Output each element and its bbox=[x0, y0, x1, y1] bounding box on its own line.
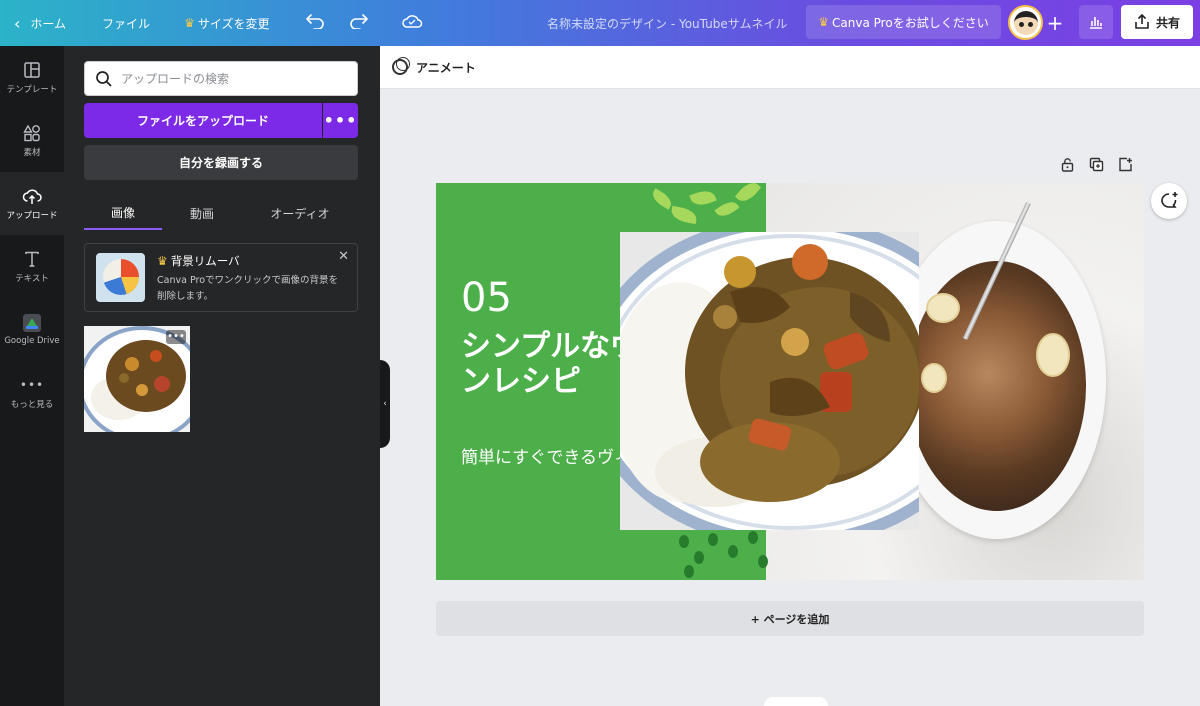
avatar[interactable] bbox=[1008, 5, 1043, 40]
rail-item-templates[interactable]: テンプレート bbox=[0, 46, 64, 109]
rail-item-label: アップロード bbox=[6, 210, 58, 221]
search-box[interactable] bbox=[84, 61, 358, 96]
left-rail: テンプレート 素材 アップロード テキスト Google Drive ••• も… bbox=[0, 46, 64, 706]
avatar-face-icon bbox=[1013, 10, 1038, 35]
try-pro-label: Canva Proをお試しください bbox=[832, 15, 989, 30]
banana-slice bbox=[1036, 333, 1070, 377]
rail-item-more[interactable]: ••• もっと見る bbox=[0, 361, 64, 424]
promo-thumbnail bbox=[96, 253, 145, 302]
rail-item-uploads[interactable]: アップロード bbox=[0, 172, 64, 235]
rail-item-label: テキスト bbox=[15, 273, 49, 284]
resize-label: サイズを変更 bbox=[197, 16, 270, 31]
file-menu-label: ファイル bbox=[102, 16, 151, 31]
add-collaborator-button[interactable]: + bbox=[1043, 0, 1067, 46]
promo-description: Canva Proでワンクリックで画像の背景を削除します。 bbox=[157, 275, 339, 302]
design-number-text[interactable]: 05 bbox=[461, 275, 512, 321]
editor-toolbar: アニメート bbox=[380, 46, 1200, 89]
insights-button[interactable] bbox=[1079, 5, 1113, 39]
tab-audio[interactable]: オーディオ bbox=[242, 196, 358, 230]
google-drive-icon bbox=[23, 313, 41, 332]
page-tools bbox=[1060, 157, 1133, 172]
media-tabs: 画像 動画 オーディオ bbox=[84, 196, 358, 230]
more-dots-icon[interactable]: ••• bbox=[166, 330, 186, 344]
upload-more-button[interactable]: ••• bbox=[323, 103, 358, 138]
dot-decoration bbox=[694, 551, 704, 564]
chevron-left-icon: ‹ bbox=[383, 399, 387, 409]
uploads-panel: ファイルをアップロード ••• 自分を録画する 画像 動画 オーディオ ♛背景リ… bbox=[64, 46, 380, 706]
record-yourself-button[interactable]: 自分を録画する bbox=[84, 145, 358, 180]
close-icon[interactable]: ✕ bbox=[338, 249, 349, 264]
collapse-panel-handle[interactable]: ‹ bbox=[380, 360, 390, 448]
redo-icon bbox=[350, 13, 369, 30]
dot-decoration bbox=[684, 565, 694, 578]
rail-item-label: もっと見る bbox=[10, 399, 54, 410]
banana-slice bbox=[921, 363, 947, 393]
rail-item-label: 素材 bbox=[23, 147, 41, 158]
search-input[interactable] bbox=[121, 71, 341, 86]
file-menu-button[interactable]: ファイル bbox=[92, 0, 160, 46]
page-navigator-pill[interactable] bbox=[764, 697, 828, 706]
share-button[interactable]: 共有 bbox=[1121, 5, 1193, 39]
dot-decoration bbox=[758, 555, 768, 568]
duplicate-page-icon[interactable] bbox=[1089, 157, 1104, 172]
upload-file-button[interactable]: ファイルをアップロード bbox=[84, 103, 322, 138]
promo-title: ♛ 背景リムーバ bbox=[157, 253, 240, 269]
share-icon bbox=[1135, 14, 1149, 29]
document-title[interactable]: 名称未設定のデザイン - YouTubeサムネイル bbox=[547, 0, 788, 46]
background-remover-promo[interactable]: ♛ 背景リムーバ Canva Proでワンクリックで画像の背景を削除します。 ✕ bbox=[84, 243, 358, 312]
crown-icon: ♛ bbox=[184, 16, 195, 30]
comment-add-icon bbox=[1161, 192, 1178, 208]
crown-icon: ♛ bbox=[818, 15, 830, 29]
dot-decoration bbox=[748, 531, 758, 544]
chevron-left-icon: ‹ bbox=[14, 13, 21, 33]
add-comment-button[interactable] bbox=[1151, 183, 1187, 219]
add-page-button[interactable]: + ページを追加 bbox=[436, 601, 1144, 636]
template-icon bbox=[24, 61, 40, 78]
tab-videos[interactable]: 動画 bbox=[162, 196, 242, 230]
home-label: ホーム bbox=[30, 16, 67, 31]
cloud-saved-icon bbox=[402, 14, 423, 28]
insights-icon bbox=[1090, 17, 1102, 29]
animate-button[interactable]: アニメート bbox=[416, 59, 476, 76]
promo-title-text: 背景リムーバ bbox=[170, 254, 240, 268]
upload-cloud-icon bbox=[22, 188, 42, 204]
text-icon bbox=[25, 251, 39, 267]
dot-decoration bbox=[708, 533, 718, 546]
add-page-icon[interactable] bbox=[1118, 157, 1133, 172]
design-canvas[interactable]: 05 シンプルなヴィーガンレシピ 簡単にすぐできるヴィーガ料理のア bbox=[436, 183, 1144, 580]
elements-icon bbox=[23, 124, 40, 141]
plus-icon: + bbox=[1046, 11, 1064, 35]
animate-icon bbox=[392, 57, 410, 75]
more-dots-icon: ••• bbox=[19, 377, 45, 392]
uploaded-image-thumbnail[interactable]: ••• bbox=[84, 326, 190, 432]
rail-item-text[interactable]: テキスト bbox=[0, 235, 64, 298]
banana-slice bbox=[926, 293, 960, 323]
rail-item-google-drive[interactable]: Google Drive bbox=[0, 298, 64, 361]
more-dots-icon: ••• bbox=[323, 111, 358, 130]
tab-images[interactable]: 画像 bbox=[84, 196, 162, 230]
record-yourself-label: 自分を録画する bbox=[178, 156, 263, 170]
rail-item-label: テンプレート bbox=[6, 84, 58, 95]
crown-icon: ♛ bbox=[157, 254, 168, 268]
top-bar: ‹ ホーム ファイル ♛ サイズを変更 名称未設定のデザイン - YouTube… bbox=[0, 0, 1200, 46]
share-label: 共有 bbox=[1155, 15, 1180, 30]
curry-rice-photo[interactable] bbox=[620, 232, 919, 530]
beach-ball-icon bbox=[103, 259, 139, 295]
dot-decoration bbox=[679, 535, 689, 548]
try-pro-button[interactable]: ♛ Canva Proをお試しください bbox=[806, 5, 1001, 39]
lock-icon[interactable] bbox=[1060, 157, 1075, 172]
rail-item-label: Google Drive bbox=[4, 335, 60, 346]
curry-rice-image bbox=[620, 232, 919, 530]
undo-button[interactable] bbox=[293, 13, 337, 34]
home-button[interactable]: ‹ ホーム bbox=[0, 0, 76, 46]
search-icon bbox=[96, 70, 112, 87]
redo-button[interactable] bbox=[337, 13, 381, 34]
resize-button[interactable]: ♛ サイズを変更 bbox=[174, 0, 279, 46]
rail-item-elements[interactable]: 素材 bbox=[0, 109, 64, 172]
dot-decoration bbox=[728, 545, 738, 558]
save-status-button[interactable] bbox=[389, 13, 435, 34]
upload-file-label: ファイルをアップロード bbox=[136, 114, 269, 128]
undo-icon bbox=[306, 13, 325, 30]
